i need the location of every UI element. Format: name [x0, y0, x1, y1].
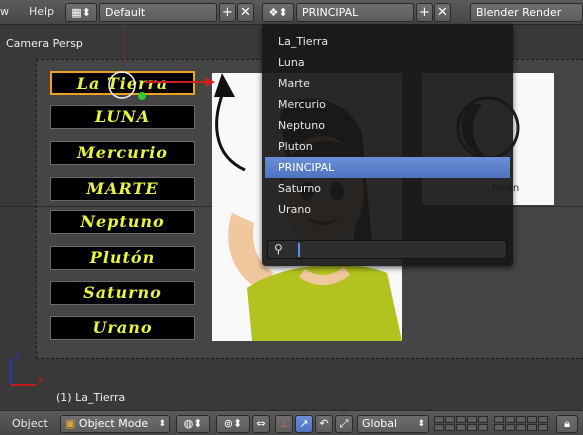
info-header: w Help ▦⬍ Default + ✕ ❖⬍ PRINCIPAL + ✕ B…: [0, 0, 583, 25]
svg-text:x: x: [38, 375, 44, 385]
scale-icon: ⤢: [339, 417, 349, 430]
layers-group-2[interactable]: [494, 416, 548, 432]
layout-selector-button[interactable]: ▦⬍: [65, 3, 97, 22]
gizmo-ring[interactable]: [108, 71, 136, 99]
arrow-icon: ↗: [299, 417, 309, 430]
scene-icon: ❖⬍: [268, 6, 288, 19]
layer-button[interactable]: [445, 416, 455, 423]
shading-icon: ◍⬍: [183, 417, 203, 430]
dropdown-search-field[interactable]: ⚲: [267, 240, 507, 259]
arrow-head-icon: [214, 73, 235, 97]
dropdown-item-marte[interactable]: Marte: [265, 73, 510, 94]
curved-arrow-icon: [215, 89, 246, 172]
layers-group-1[interactable]: [434, 416, 488, 432]
axes-icon: ⊥: [279, 417, 289, 430]
layer-button[interactable]: [505, 416, 515, 423]
layer-button[interactable]: [434, 416, 444, 423]
lock-icon: 🔒︎: [564, 417, 570, 430]
viewport-header: Object ▣ Object Mode ⬍ ◍⬍ ⊚⬍ ⇔ ⊥ ↗ ↶ ⤢ G…: [0, 410, 583, 435]
scene-selector-button[interactable]: ❖⬍: [262, 3, 294, 22]
mode-label: Object Mode: [78, 417, 149, 430]
layer-button[interactable]: [478, 424, 488, 431]
manipulator-rotate-button[interactable]: ↶: [315, 415, 333, 433]
close-icon: ✕: [437, 5, 448, 20]
manipulator-toggle[interactable]: ⇔: [252, 415, 270, 433]
layer-button[interactable]: [434, 424, 444, 431]
rotate-icon: ↶: [319, 417, 329, 430]
gizmo-y-handle[interactable]: [138, 92, 146, 100]
gizmo-x-arrow-icon[interactable]: [205, 77, 215, 87]
lock-layers-button[interactable]: 🔒︎: [556, 415, 578, 433]
axis-orientation-icon: x z: [10, 351, 44, 386]
layer-button[interactable]: [538, 424, 548, 431]
layer-button[interactable]: [494, 424, 504, 431]
plus-icon: +: [222, 5, 233, 20]
layer-button[interactable]: [538, 416, 548, 423]
manipulator-translate-button[interactable]: ↗: [295, 415, 313, 433]
add-layout-button[interactable]: +: [219, 3, 236, 22]
viewport-shading-select[interactable]: ◍⬍: [176, 415, 210, 433]
delete-layout-button[interactable]: ✕: [237, 3, 254, 22]
active-object-label: (1) La_Tierra: [56, 391, 126, 404]
layer-button[interactable]: [527, 424, 537, 431]
layer-button[interactable]: [456, 424, 466, 431]
planet-button-saturno[interactable]: Saturno: [50, 281, 195, 305]
menu-window[interactable]: w: [0, 5, 9, 18]
plus-icon: +: [419, 5, 430, 20]
dropdown-item-mercurio[interactable]: Mercurio: [265, 94, 510, 115]
layer-button[interactable]: [494, 416, 504, 423]
dropdown-item-pluton[interactable]: Pluton: [265, 136, 510, 157]
object-menu[interactable]: Object: [12, 417, 48, 430]
cube-icon: ▣: [65, 417, 76, 430]
manipulator-all-button[interactable]: ⊥: [275, 415, 293, 433]
dropdown-item-saturno[interactable]: Saturno: [265, 178, 510, 199]
dropdown-item-neptuno[interactable]: Neptuno: [265, 115, 510, 136]
scene-dropdown-menu: La_Tierra Luna Marte Mercurio Neptuno Pl…: [262, 24, 513, 266]
close-icon: ✕: [240, 5, 251, 20]
planet-button-neptuno[interactable]: Neptuno: [50, 210, 195, 234]
layer-button[interactable]: [445, 424, 455, 431]
orientation-label: Global: [362, 417, 398, 430]
menu-help[interactable]: Help: [29, 5, 54, 18]
render-engine-select[interactable]: Blender Render: [470, 3, 583, 22]
svg-text:z: z: [15, 351, 20, 361]
transform-icon: ⇔: [256, 417, 266, 430]
mode-select[interactable]: ▣ Object Mode ⬍: [60, 415, 170, 433]
transform-orientation-select[interactable]: Global ⬍: [357, 415, 429, 433]
delete-scene-button[interactable]: ✕: [434, 3, 451, 22]
screen-layout-field[interactable]: Default: [99, 3, 217, 22]
dropdown-item-luna[interactable]: Luna: [265, 52, 510, 73]
layer-button[interactable]: [516, 424, 526, 431]
view-label: Camera Persp: [6, 37, 83, 50]
transform-gizmo[interactable]: [100, 65, 250, 175]
manipulator-scale-button[interactable]: ⤢: [335, 415, 353, 433]
layer-button[interactable]: [516, 416, 526, 423]
layout-grid-icon: ▦⬍: [71, 6, 91, 19]
dropdown-item-urano[interactable]: Urano: [265, 199, 510, 220]
scene-name-field[interactable]: PRINCIPAL: [296, 3, 414, 22]
search-icon: ⚲: [274, 242, 283, 256]
pivot-icon: ⊚⬍: [223, 417, 243, 430]
dropdown-item-principal[interactable]: PRINCIPAL: [265, 157, 510, 178]
chevron-updown-icon: ⬍: [158, 419, 166, 429]
pivot-point-select[interactable]: ⊚⬍: [216, 415, 250, 433]
chevron-updown-icon: ⬍: [417, 419, 425, 429]
planet-button-marte[interactable]: MARTE: [50, 177, 195, 201]
layer-button[interactable]: [467, 424, 477, 431]
planet-button-pluton[interactable]: Plutón: [50, 246, 195, 270]
layer-button[interactable]: [478, 416, 488, 423]
dropdown-item-la-tierra[interactable]: La_Tierra: [265, 31, 510, 52]
text-cursor: [298, 243, 300, 257]
layer-button[interactable]: [456, 416, 466, 423]
layer-button[interactable]: [467, 416, 477, 423]
layer-button[interactable]: [527, 416, 537, 423]
layer-button[interactable]: [505, 424, 515, 431]
planet-button-urano[interactable]: Urano: [50, 316, 195, 340]
add-scene-button[interactable]: +: [416, 3, 433, 22]
